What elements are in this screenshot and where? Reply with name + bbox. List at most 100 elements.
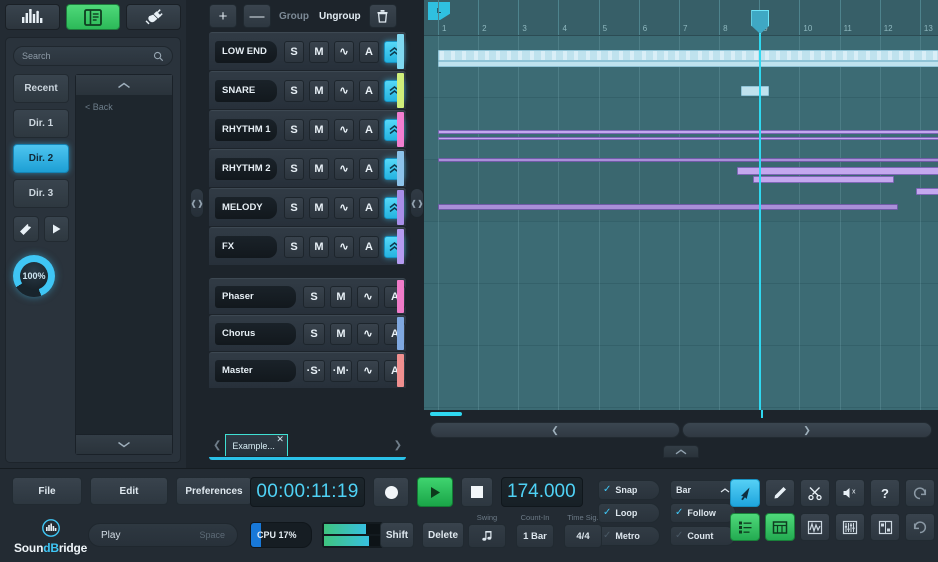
snap-toggle[interactable]: ✓ Snap bbox=[598, 480, 660, 500]
track-mute-button[interactable]: M bbox=[309, 236, 329, 258]
track-mute-button[interactable]: M bbox=[309, 197, 329, 219]
scissors-tool-button[interactable] bbox=[800, 479, 830, 507]
loop-toggle[interactable]: ✓ Loop bbox=[598, 503, 660, 523]
midi-clip[interactable] bbox=[753, 176, 894, 183]
track-row[interactable]: SNARESM∿A bbox=[209, 71, 406, 109]
mixer-view-button[interactable] bbox=[5, 4, 60, 30]
dir-1[interactable]: Dir. 1 bbox=[13, 109, 69, 138]
timeline-ruler[interactable]: L 12345678910111213 bbox=[424, 0, 938, 36]
cpu-meter[interactable]: CPU 17% bbox=[250, 522, 312, 548]
project-tab[interactable]: Example... ✕ bbox=[225, 434, 288, 456]
track-color-strip[interactable] bbox=[397, 34, 404, 69]
track-row[interactable]: RHYTHM 2SM∿A bbox=[209, 149, 406, 187]
collapse-panel-button[interactable] bbox=[663, 445, 699, 458]
track-automation-button[interactable]: ∿ bbox=[334, 119, 354, 141]
tab-prev-button[interactable]: ❮ bbox=[209, 440, 225, 457]
file-list-scroll-down[interactable] bbox=[76, 434, 172, 454]
track-solo-button[interactable]: S bbox=[284, 236, 304, 258]
track-name[interactable]: RHYTHM 1 bbox=[215, 119, 277, 141]
delete-button[interactable]: Delete bbox=[422, 522, 464, 548]
dir-3[interactable]: Dir. 3 bbox=[13, 179, 69, 208]
track-alt-button[interactable]: A bbox=[359, 197, 379, 219]
bus-color-strip[interactable] bbox=[397, 280, 404, 313]
track-row[interactable]: LOW ENDSM∿A bbox=[209, 32, 406, 70]
clip-lane[interactable] bbox=[424, 284, 938, 346]
timesig-value[interactable]: 4/4 bbox=[564, 524, 602, 548]
follow-toggle[interactable]: ✓ Follow bbox=[670, 503, 736, 523]
snap-value-dropdown[interactable]: Bar bbox=[670, 480, 736, 500]
bus-row[interactable]: PhaserSM∿A bbox=[209, 278, 406, 314]
scroll-left-thumb[interactable]: ❮ bbox=[430, 422, 680, 438]
track-mute-button[interactable]: M bbox=[309, 158, 329, 180]
mute-tool-button[interactable]: x bbox=[835, 479, 865, 507]
track-alt-button[interactable]: A bbox=[359, 80, 379, 102]
midi-clip[interactable] bbox=[737, 167, 938, 175]
track-color-strip[interactable] bbox=[397, 112, 404, 147]
file-list-scroll-up[interactable] bbox=[76, 75, 172, 95]
track-solo-button[interactable]: S bbox=[284, 197, 304, 219]
bus-name[interactable]: Phaser bbox=[215, 286, 296, 308]
track-solo-button[interactable]: S bbox=[284, 119, 304, 141]
clip-lane[interactable] bbox=[424, 98, 938, 160]
bus-automation-button[interactable]: ∿ bbox=[357, 323, 379, 345]
scroll-right-thumb[interactable]: ❯ bbox=[682, 422, 932, 438]
bus-color-strip[interactable] bbox=[397, 354, 404, 387]
track-mute-button[interactable]: M bbox=[309, 80, 329, 102]
preview-volume-knob[interactable]: 100% bbox=[13, 255, 55, 297]
plugins-view-button[interactable] bbox=[126, 4, 181, 30]
stop-button[interactable] bbox=[461, 477, 493, 507]
mixer-view-button-2[interactable] bbox=[835, 513, 865, 541]
clip-lane[interactable] bbox=[424, 346, 938, 408]
preferences-menu-button[interactable]: Preferences bbox=[176, 477, 252, 505]
tab-next-button[interactable]: ❯ bbox=[390, 440, 406, 457]
waveform-view-button[interactable] bbox=[800, 513, 830, 541]
track-name[interactable]: FX bbox=[215, 236, 277, 258]
track-color-strip[interactable] bbox=[397, 151, 404, 186]
bus-mute-button[interactable]: ·M· bbox=[330, 360, 352, 382]
track-mute-button[interactable]: M bbox=[309, 119, 329, 141]
track-name[interactable]: LOW END bbox=[215, 41, 277, 63]
track-alt-button[interactable]: A bbox=[359, 158, 379, 180]
track-solo-button[interactable]: S bbox=[284, 158, 304, 180]
file-list-back[interactable]: < Back bbox=[76, 95, 172, 119]
edit-menu-button[interactable]: Edit bbox=[90, 477, 168, 505]
track-automation-button[interactable]: ∿ bbox=[334, 197, 354, 219]
bus-name[interactable]: Master bbox=[215, 360, 296, 382]
bus-mute-button[interactable]: M bbox=[330, 323, 352, 345]
add-track-button[interactable]: + bbox=[209, 4, 237, 28]
count-toggle[interactable]: ✓ Count bbox=[670, 526, 736, 546]
ungroup-button[interactable]: Ungroup bbox=[317, 11, 363, 22]
track-color-strip[interactable] bbox=[397, 190, 404, 225]
midi-clip[interactable] bbox=[916, 188, 938, 195]
bus-solo-button[interactable]: S bbox=[303, 286, 325, 308]
group-button[interactable]: Group bbox=[277, 11, 311, 22]
loop-marker[interactable]: L bbox=[428, 2, 450, 20]
preview-play-button[interactable] bbox=[44, 216, 70, 242]
redo-button[interactable] bbox=[905, 513, 935, 541]
file-menu-button[interactable]: File bbox=[12, 477, 82, 505]
bus-solo-button[interactable]: S bbox=[303, 323, 325, 345]
midi-clip[interactable] bbox=[438, 130, 938, 134]
arrangement-view[interactable]: L 12345678910111213 ❮ ❯ bbox=[424, 0, 938, 460]
track-automation-button[interactable]: ∿ bbox=[334, 158, 354, 180]
clip-lane[interactable] bbox=[424, 36, 938, 98]
pointer-tool-button[interactable] bbox=[730, 479, 760, 507]
arranger-view-button[interactable] bbox=[765, 513, 795, 541]
shortcut-display[interactable]: Play Space bbox=[88, 523, 238, 547]
track-solo-button[interactable]: S bbox=[284, 80, 304, 102]
undo-button[interactable] bbox=[905, 479, 935, 507]
track-color-strip[interactable] bbox=[397, 229, 404, 264]
horizontal-scrollbar[interactable]: ❮ ❯ bbox=[430, 422, 932, 438]
file-list[interactable]: < Back bbox=[75, 74, 173, 455]
track-row[interactable]: FXSM∿A bbox=[209, 227, 406, 265]
help-button[interactable]: ? bbox=[870, 479, 900, 507]
shift-button[interactable]: Shift bbox=[380, 522, 414, 548]
bus-mute-button[interactable]: M bbox=[330, 286, 352, 308]
track-name[interactable]: MELODY bbox=[215, 197, 277, 219]
track-automation-button[interactable]: ∿ bbox=[334, 41, 354, 63]
track-row[interactable]: MELODY SM∿A bbox=[209, 188, 406, 226]
audio-clip[interactable] bbox=[438, 61, 938, 67]
browser-view-button[interactable] bbox=[66, 4, 121, 30]
swing-button[interactable] bbox=[468, 524, 506, 548]
track-row[interactable]: RHYTHM 1SM∿A bbox=[209, 110, 406, 148]
